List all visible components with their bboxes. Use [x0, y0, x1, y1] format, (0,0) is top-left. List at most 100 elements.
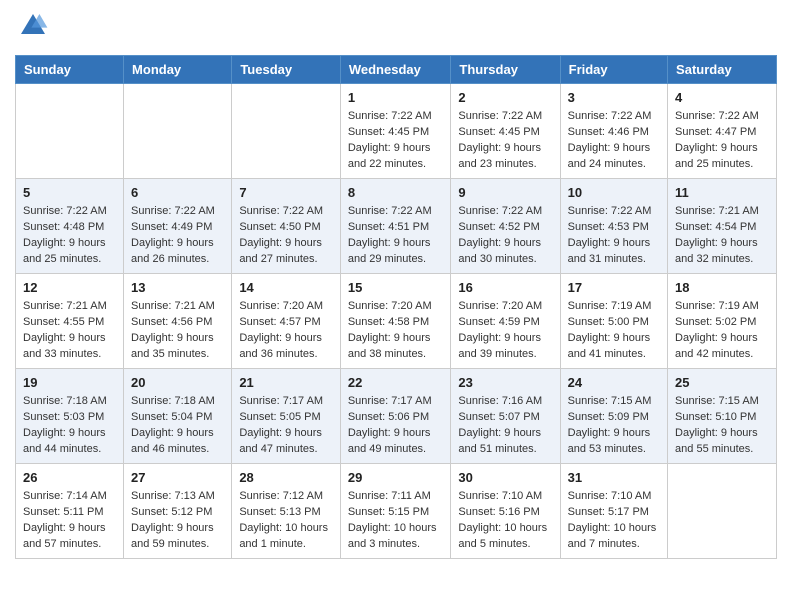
day-info: Sunrise: 7:22 AMSunset: 4:53 PMDaylight:…	[568, 204, 660, 268]
day-info: Sunrise: 7:15 AMSunset: 5:10 PMDaylight:…	[675, 394, 769, 458]
calendar-week-row: 26Sunrise: 7:14 AMSunset: 5:11 PMDayligh…	[16, 463, 777, 558]
weekday-header-saturday: Saturday	[668, 56, 777, 84]
calendar-cell: 10 Sunrise: 7:22 AMSunset: 4:53 PMDayligh…	[560, 178, 667, 273]
calendar-cell: 6Sunrise: 7:22 AMSunset: 4:49 PMDaylight…	[124, 178, 232, 273]
calendar-cell: 13 Sunrise: 7:21 AMSunset: 4:56 PMDayligh…	[124, 273, 232, 368]
calendar-cell: 27 Sunrise: 7:13 AMSunset: 5:12 PMDayligh…	[124, 463, 232, 558]
day-number: 27	[131, 469, 224, 487]
calendar-cell: 12Sunrise: 7:21 AMSunset: 4:55 PMDayligh…	[16, 273, 124, 368]
day-number: 28	[239, 469, 333, 487]
calendar-cell: 20 Sunrise: 7:18 AMSunset: 5:04 PMDayligh…	[124, 368, 232, 463]
weekday-header-sunday: Sunday	[16, 56, 124, 84]
calendar-week-row: 5 Sunrise: 7:22 AMSunset: 4:48 PMDaylight…	[16, 178, 777, 273]
calendar-cell: 31Sunrise: 7:10 AMSunset: 5:17 PMDayligh…	[560, 463, 667, 558]
calendar-cell	[124, 84, 232, 179]
day-number: 15	[348, 279, 444, 297]
calendar-cell: 8 Sunrise: 7:22 AMSunset: 4:51 PMDaylight…	[340, 178, 451, 273]
day-info: Sunrise: 7:19 AMSunset: 5:00 PMDaylight:…	[568, 299, 660, 363]
day-number: 19	[23, 374, 116, 392]
calendar-cell	[16, 84, 124, 179]
day-number: 17	[568, 279, 660, 297]
day-info: Sunrise: 7:20 AMSunset: 4:57 PMDaylight:…	[239, 299, 333, 363]
day-info: Sunrise: 7:16 AMSunset: 5:07 PMDaylight:…	[458, 394, 552, 458]
day-number: 4	[675, 89, 769, 107]
day-number: 20	[131, 374, 224, 392]
day-info: Sunrise: 7:18 AMSunset: 5:04 PMDaylight:…	[131, 394, 224, 458]
calendar-week-row: 1Sunrise: 7:22 AMSunset: 4:45 PMDaylight…	[16, 84, 777, 179]
calendar-cell: 24 Sunrise: 7:15 AMSunset: 5:09 PMDayligh…	[560, 368, 667, 463]
logo	[15, 10, 49, 47]
logo-icon	[17, 10, 49, 42]
weekday-header-wednesday: Wednesday	[340, 56, 451, 84]
day-number: 26	[23, 469, 116, 487]
day-info: Sunrise: 7:20 AMSunset: 4:59 PMDaylight:…	[458, 299, 552, 363]
day-info: Sunrise: 7:15 AMSunset: 5:09 PMDaylight:…	[568, 394, 660, 458]
day-number: 8	[348, 184, 444, 202]
calendar-cell: 2Sunrise: 7:22 AMSunset: 4:45 PMDaylight…	[451, 84, 560, 179]
header	[15, 10, 777, 47]
calendar-cell: 17 Sunrise: 7:19 AMSunset: 5:00 PMDayligh…	[560, 273, 667, 368]
day-number: 3	[568, 89, 660, 107]
calendar-cell: 23 Sunrise: 7:16 AMSunset: 5:07 PMDayligh…	[451, 368, 560, 463]
day-number: 9	[458, 184, 552, 202]
day-number: 6	[131, 184, 224, 202]
calendar-cell: 16 Sunrise: 7:20 AMSunset: 4:59 PMDayligh…	[451, 273, 560, 368]
day-number: 14	[239, 279, 333, 297]
day-number: 7	[239, 184, 333, 202]
day-number: 12	[23, 279, 116, 297]
weekday-header-thursday: Thursday	[451, 56, 560, 84]
day-number: 1	[348, 89, 444, 107]
calendar-cell: 18 Sunrise: 7:19 AMSunset: 5:02 PMDayligh…	[668, 273, 777, 368]
day-info: Sunrise: 7:13 AMSunset: 5:12 PMDaylight:…	[131, 489, 224, 553]
day-info: Sunrise: 7:11 AMSunset: 5:15 PMDaylight:…	[348, 489, 444, 553]
calendar-cell: 9Sunrise: 7:22 AMSunset: 4:52 PMDaylight…	[451, 178, 560, 273]
day-info: Sunrise: 7:10 AMSunset: 5:17 PMDaylight:…	[568, 489, 660, 553]
calendar-cell: 11 Sunrise: 7:21 AMSunset: 4:54 PMDayligh…	[668, 178, 777, 273]
calendar-cell: 3 Sunrise: 7:22 AMSunset: 4:46 PMDaylight…	[560, 84, 667, 179]
calendar-cell: 7Sunrise: 7:22 AMSunset: 4:50 PMDaylight…	[232, 178, 341, 273]
day-info: Sunrise: 7:21 AMSunset: 4:56 PMDaylight:…	[131, 299, 224, 363]
day-number: 24	[568, 374, 660, 392]
calendar-cell: 22 Sunrise: 7:17 AMSunset: 5:06 PMDayligh…	[340, 368, 451, 463]
calendar-cell: 19 Sunrise: 7:18 AMSunset: 5:03 PMDayligh…	[16, 368, 124, 463]
calendar-cell	[668, 463, 777, 558]
calendar-cell: 25 Sunrise: 7:15 AMSunset: 5:10 PMDayligh…	[668, 368, 777, 463]
day-number: 2	[458, 89, 552, 107]
day-number: 5	[23, 184, 116, 202]
day-number: 29	[348, 469, 444, 487]
day-number: 16	[458, 279, 552, 297]
day-info: Sunrise: 7:10 AMSunset: 5:16 PMDaylight:…	[458, 489, 552, 553]
day-info: Sunrise: 7:12 AMSunset: 5:13 PMDaylight:…	[239, 489, 333, 553]
day-number: 22	[348, 374, 444, 392]
calendar-week-row: 12Sunrise: 7:21 AMSunset: 4:55 PMDayligh…	[16, 273, 777, 368]
day-info: Sunrise: 7:22 AMSunset: 4:51 PMDaylight:…	[348, 204, 444, 268]
day-info: Sunrise: 7:19 AMSunset: 5:02 PMDaylight:…	[675, 299, 769, 363]
day-number: 25	[675, 374, 769, 392]
calendar-cell: 28 Sunrise: 7:12 AMSunset: 5:13 PMDayligh…	[232, 463, 341, 558]
day-info: Sunrise: 7:22 AMSunset: 4:47 PMDaylight:…	[675, 109, 769, 173]
day-number: 30	[458, 469, 552, 487]
calendar-cell: 5 Sunrise: 7:22 AMSunset: 4:48 PMDaylight…	[16, 178, 124, 273]
day-info: Sunrise: 7:21 AMSunset: 4:54 PMDaylight:…	[675, 204, 769, 268]
day-info: Sunrise: 7:18 AMSunset: 5:03 PMDaylight:…	[23, 394, 116, 458]
calendar-cell: 26Sunrise: 7:14 AMSunset: 5:11 PMDayligh…	[16, 463, 124, 558]
calendar-cell: 15 Sunrise: 7:20 AMSunset: 4:58 PMDayligh…	[340, 273, 451, 368]
day-number: 13	[131, 279, 224, 297]
day-info: Sunrise: 7:22 AMSunset: 4:48 PMDaylight:…	[23, 204, 116, 268]
calendar-cell: 14 Sunrise: 7:20 AMSunset: 4:57 PMDayligh…	[232, 273, 341, 368]
day-info: Sunrise: 7:22 AMSunset: 4:46 PMDaylight:…	[568, 109, 660, 173]
day-number: 10	[568, 184, 660, 202]
day-info: Sunrise: 7:20 AMSunset: 4:58 PMDaylight:…	[348, 299, 444, 363]
weekday-header-monday: Monday	[124, 56, 232, 84]
day-number: 11	[675, 184, 769, 202]
day-info: Sunrise: 7:17 AMSunset: 5:06 PMDaylight:…	[348, 394, 444, 458]
calendar-cell: 1Sunrise: 7:22 AMSunset: 4:45 PMDaylight…	[340, 84, 451, 179]
calendar-cell: 4 Sunrise: 7:22 AMSunset: 4:47 PMDaylight…	[668, 84, 777, 179]
day-info: Sunrise: 7:17 AMSunset: 5:05 PMDaylight:…	[239, 394, 333, 458]
day-number: 21	[239, 374, 333, 392]
calendar-table: SundayMondayTuesdayWednesdayThursdayFrid…	[15, 55, 777, 559]
day-number: 23	[458, 374, 552, 392]
calendar-cell: 29 Sunrise: 7:11 AMSunset: 5:15 PMDayligh…	[340, 463, 451, 558]
day-number: 18	[675, 279, 769, 297]
weekday-header-row: SundayMondayTuesdayWednesdayThursdayFrid…	[16, 56, 777, 84]
